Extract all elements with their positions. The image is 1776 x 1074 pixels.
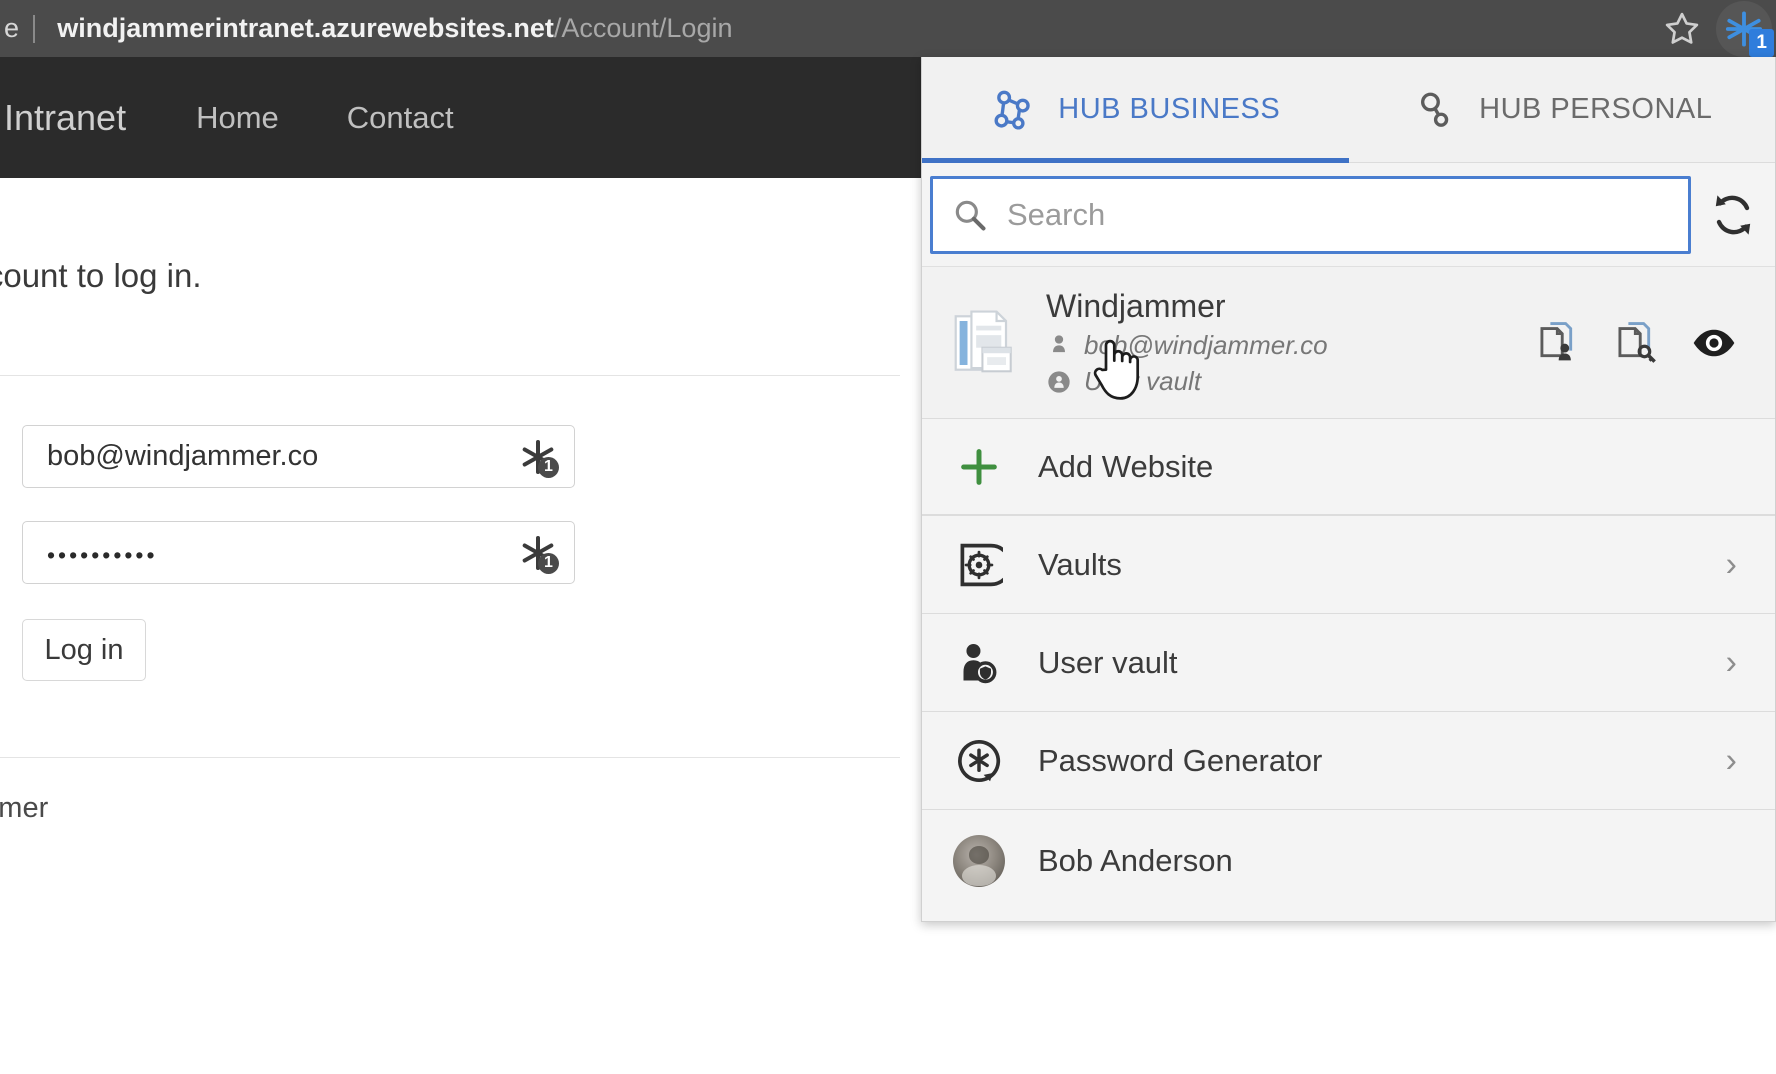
search-placeholder: Search [1007,196,1106,232]
menu-item-add-website[interactable]: Add Website [922,419,1775,515]
website-vault-row: User vault [1046,366,1535,397]
chevron-right-icon: › [1725,643,1737,681]
toolbar-actions: 1 [1654,0,1776,57]
toolbar-divider [33,14,36,43]
browser-toolbar: e windjammerintranet.azurewebsites.net/A… [0,0,1776,57]
address-bar[interactable]: windjammerintranet.azurewebsites.net/Acc… [57,13,732,44]
url-path: /Account/Login [553,13,733,43]
hub-business-icon [994,90,1030,130]
menu-item-password-generator-label: Password Generator [1038,742,1323,778]
person-icon [1053,334,1065,352]
chevron-right-icon: › [1725,545,1737,583]
website-title: Windjammer [1046,288,1226,324]
website-actions [1535,320,1775,366]
website-document-icon [942,309,1026,376]
search-row: Search [922,163,1775,267]
login-button[interactable]: Log in [22,619,146,681]
tab-hub-personal-label: HUB PERSONAL [1479,93,1713,125]
menu-item-vaults-label: Vaults [1038,546,1122,582]
tab-hub-business[interactable]: HUB BUSINESS [922,57,1349,163]
email-field-hub-badge[interactable]: 1 [518,437,559,478]
user-avatar-image [953,834,1005,887]
reveal-eye-icon[interactable] [1691,320,1737,366]
bookmark-star-button[interactable] [1654,1,1710,57]
password-field[interactable]: •••••••••• 1 [22,521,575,584]
popup-tab-bar: HUB BUSINESS HUB PERSONAL [922,57,1775,163]
plus-icon [944,444,1014,490]
password-generator-icon [944,737,1014,785]
page-footer: ammer [0,792,49,824]
star-icon [1665,12,1699,44]
search-input[interactable]: Search [930,175,1691,254]
vault-icon [944,541,1014,589]
website-username-row: bob@windjammer.co [1046,330,1535,361]
site-brand[interactable]: r Intranet [0,97,126,139]
menu-item-user-vault[interactable]: User vault › [922,613,1775,711]
avatar [944,834,1014,887]
url-host: windjammerintranet.azurewebsites.net [57,13,554,43]
chevron-right-icon: › [1725,741,1737,779]
website-username: bob@windjammer.co [1084,330,1328,360]
copy-username-icon[interactable] [1535,320,1581,366]
extension-badge-count: 1 [1749,28,1774,57]
password-field-hub-badge[interactable]: 1 [518,533,559,574]
password-field-value: •••••••••• [47,542,158,568]
nav-link-contact[interactable]: Contact [347,100,454,136]
menu-item-password-generator[interactable]: Password Generator › [922,711,1775,809]
password-badge-count: 1 [538,552,559,574]
menu-item-user-vault-label: User vault [1038,644,1178,680]
refresh-icon [1715,194,1751,235]
website-entry-windjammer[interactable]: Windjammer bob@windjammer.co User vault [922,267,1775,419]
website-info: Windjammer bob@windjammer.co User vault [1046,288,1535,397]
browser-tab-label: e [4,13,20,43]
search-icon [955,200,986,231]
tab-hub-personal[interactable]: HUB PERSONAL [1349,57,1776,162]
copy-password-icon[interactable] [1613,320,1659,366]
email-badge-count: 1 [538,456,559,478]
account-name-label: Bob Anderson [1038,842,1233,878]
refresh-button[interactable] [1691,176,1775,254]
website-vault-name: User vault [1084,366,1202,396]
menu-item-vaults[interactable]: Vaults › [922,515,1775,613]
nav-link-home[interactable]: Home [196,100,279,136]
email-field-value: bob@windjammer.co [47,440,319,472]
divider-top [0,375,900,376]
email-field[interactable]: bob@windjammer.co 1 [22,425,575,488]
menu-item-account[interactable]: Bob Anderson [922,809,1775,911]
login-lead-text: account to log in. [0,257,202,294]
hub-extension-button[interactable]: 1 [1716,0,1774,57]
menu-item-add-website-label: Add Website [1038,448,1214,484]
tab-hub-business-label: HUB BUSINESS [1058,93,1281,125]
hub-extension-popup: HUB BUSINESS HUB PERSONAL Search Windjam… [921,57,1776,922]
hub-personal-icon [1421,92,1449,127]
user-vault-icon [944,639,1014,687]
vault-lock-icon [1048,370,1070,393]
divider-bottom [0,757,900,758]
